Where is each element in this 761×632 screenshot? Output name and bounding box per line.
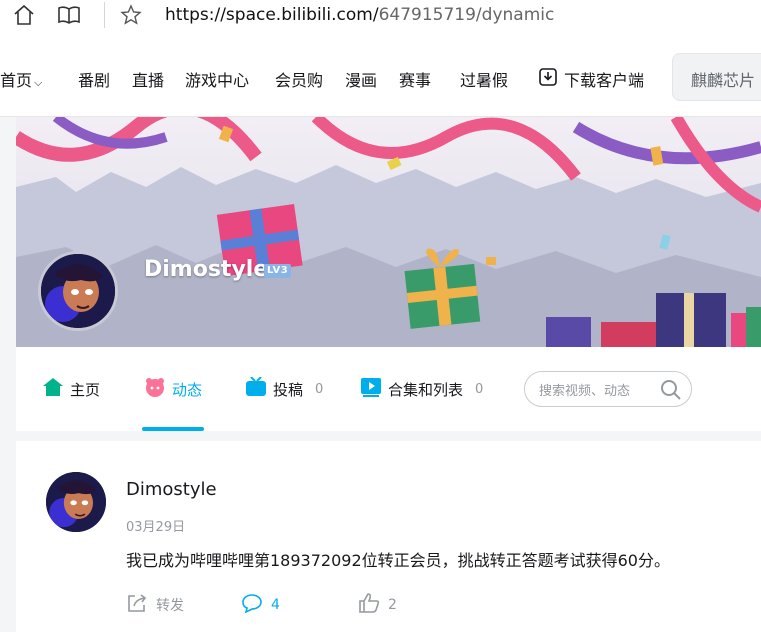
download-client-button[interactable]: 下载客户端 <box>538 67 644 91</box>
repost-button[interactable]: 转发 <box>126 593 184 617</box>
playlist-icon <box>360 377 382 401</box>
post-date[interactable]: 03月29日 <box>126 516 185 535</box>
tab-count: 0 <box>475 381 484 397</box>
search-icon[interactable] <box>659 378 683 406</box>
star-icon[interactable] <box>119 3 143 27</box>
reader-icon[interactable] <box>57 3 81 27</box>
tv-icon <box>245 376 267 401</box>
post-author-name[interactable]: Dimostyle <box>126 479 217 500</box>
repost-label: 转发 <box>156 598 184 614</box>
tab-home[interactable]: 主页 <box>42 377 100 401</box>
nav-item-manga[interactable]: 漫画 <box>345 67 377 91</box>
browser-address-bar: https://space.bilibili.com/647915719/dyn… <box>0 0 761 33</box>
profile-search-input[interactable]: 搜索视频、动态 <box>524 371 692 407</box>
nav-item-live[interactable]: 直播 <box>132 67 164 91</box>
like-count: 2 <box>388 597 397 613</box>
address-url[interactable]: https://space.bilibili.com/647915719/dyn… <box>165 5 554 25</box>
profile-search-placeholder: 搜索视频、动态 <box>539 384 631 399</box>
share-icon <box>126 593 148 617</box>
nav-item-summer[interactable]: 过暑假 <box>460 67 508 91</box>
post-author-avatar[interactable] <box>46 472 106 532</box>
tab-label: 投稿 <box>273 380 304 399</box>
nav-item-bangumi[interactable]: 番剧 <box>78 67 110 91</box>
active-tab-indicator <box>142 427 204 431</box>
site-search-placeholder: 麒麟芯片 <box>691 71 756 90</box>
tab-dynamic[interactable]: 动态 <box>144 377 202 401</box>
url-path: 647915719/dynamic <box>378 5 555 25</box>
nav-label: 首页 <box>0 71 33 90</box>
home-icon[interactable] <box>12 3 36 27</box>
profile-tabs: 主页 动态 投稿 0 合集和列表 0 搜索视频、动态 <box>16 347 761 431</box>
tab-count: 0 <box>315 381 324 397</box>
download-icon <box>538 67 558 91</box>
tab-label: 合集和列表 <box>388 380 464 399</box>
tab-label: 主页 <box>70 380 101 399</box>
profile-username: Dimostyle <box>144 257 269 282</box>
comment-button[interactable]: 4 <box>241 593 280 617</box>
dynamic-post-card: Dimostyle 03月29日 我已成为哔哩哔哩第189372092位转正会员… <box>16 441 761 632</box>
site-header: 首页 ⌵ 番剧 直播 游戏中心 会员购 漫画 赛事 过暑假 下载客户端 麒麟芯片 <box>0 33 761 117</box>
comment-count: 4 <box>271 597 280 613</box>
tab-uploads[interactable]: 投稿 0 <box>245 376 324 401</box>
home-icon <box>42 377 64 401</box>
download-label: 下载客户端 <box>564 71 645 90</box>
tab-collections[interactable]: 合集和列表 0 <box>360 377 483 401</box>
level-badge: LV3 <box>264 264 292 278</box>
chevron-down-icon: ⌵ <box>34 76 43 89</box>
url-host: https://space.bilibili.com/ <box>165 5 379 25</box>
nav-item-mall[interactable]: 会员购 <box>275 67 323 91</box>
nav-item-esports[interactable]: 赛事 <box>399 67 431 91</box>
tab-label: 动态 <box>172 380 203 399</box>
post-content: 我已成为哔哩哔哩第189372092位转正会员，挑战转正答题考试获得60分。 <box>126 551 670 570</box>
banner-illustration <box>16 117 761 347</box>
thumbs-up-icon <box>358 593 380 617</box>
profile-avatar[interactable] <box>38 251 118 331</box>
like-button[interactable]: 2 <box>358 593 397 617</box>
site-search-input[interactable]: 麒麟芯片 <box>672 53 761 101</box>
comment-icon <box>241 593 263 617</box>
nav-item-game-center[interactable]: 游戏中心 <box>185 67 249 91</box>
profile-banner <box>16 117 761 347</box>
dynamic-icon <box>144 377 166 401</box>
toolbar-divider <box>104 2 105 28</box>
nav-item-home[interactable]: 首页 ⌵ <box>0 67 42 91</box>
